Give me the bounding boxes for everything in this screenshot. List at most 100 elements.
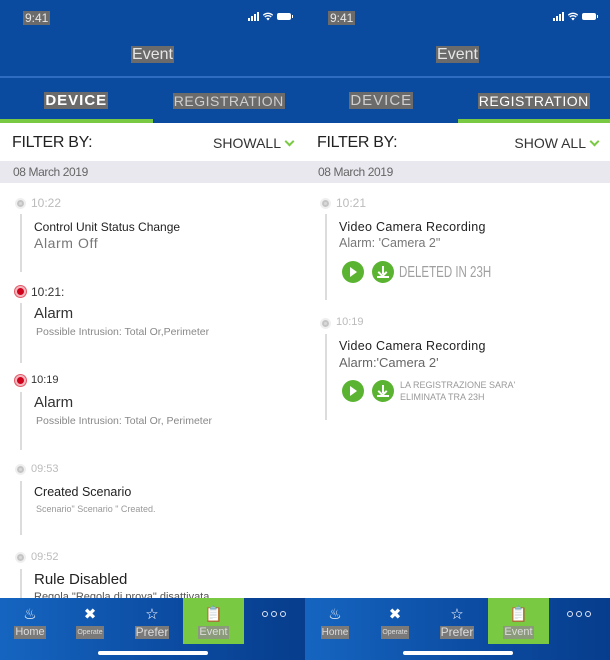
header-bar: 9:41 Event DEVICE REGISTRATION bbox=[0, 0, 305, 123]
event-time: 09:52 bbox=[31, 551, 59, 563]
alarm-dot-icon bbox=[15, 375, 26, 386]
more-icon bbox=[567, 611, 591, 617]
signal-icon bbox=[553, 12, 564, 21]
event-time: 10:19 bbox=[336, 316, 364, 328]
event-time: 10:21 bbox=[336, 196, 367, 210]
battery-icon bbox=[582, 13, 598, 20]
nav-event[interactable]: 📋 Event bbox=[183, 598, 244, 644]
filter-dropdown[interactable]: SHOW ALL bbox=[514, 135, 600, 151]
nav-label: Prefer bbox=[439, 625, 475, 639]
nav-home[interactable]: ♨ Home bbox=[10, 598, 50, 644]
deletion-note-line1: LA REGISTRAZIONE SARA' bbox=[400, 380, 516, 390]
nav-label: Event bbox=[503, 626, 534, 639]
tools-icon: ✖ bbox=[83, 606, 97, 623]
status-dot-icon bbox=[320, 318, 331, 329]
event-subtitle: Alarm:'Camera 2' bbox=[339, 355, 439, 370]
filter-value: SHOW ALL bbox=[514, 135, 586, 151]
event-title: Alarm bbox=[34, 305, 74, 322]
date-label: 08 March 2019 bbox=[318, 165, 393, 179]
star-icon: ☆ bbox=[450, 606, 464, 623]
timeline-line bbox=[325, 214, 327, 300]
event-time: 10:22 bbox=[31, 196, 62, 210]
status-icons bbox=[553, 12, 598, 21]
event-subtitle: Possible Intrusion: Total Or,Perimeter bbox=[36, 326, 210, 338]
alarm-dot-icon bbox=[15, 286, 26, 297]
tab-device[interactable]: DEVICE bbox=[0, 78, 153, 123]
status-dot-icon bbox=[15, 464, 26, 475]
status-dot-icon bbox=[15, 198, 26, 209]
event-title: Created Scenario bbox=[34, 485, 132, 499]
timeline-line bbox=[325, 334, 327, 420]
home-hand-icon: ♨ bbox=[23, 606, 37, 623]
event-subtitle: Possible Intrusion: Total Or, Perimeter bbox=[36, 415, 213, 427]
page-title: Event bbox=[436, 46, 479, 63]
page-title: Event bbox=[131, 46, 174, 63]
nav-label: Operate bbox=[381, 626, 409, 639]
star-icon: ☆ bbox=[145, 606, 159, 623]
nav-label: Prefer bbox=[134, 625, 170, 639]
play-button[interactable] bbox=[342, 380, 364, 402]
home-hand-icon: ♨ bbox=[328, 606, 342, 623]
status-time: 9:41 bbox=[23, 11, 51, 25]
nav-prefer[interactable]: ☆ Prefer bbox=[128, 598, 176, 644]
event-title: Video Camera Recording bbox=[339, 339, 486, 353]
home-indicator bbox=[403, 651, 513, 655]
event-time: 09:53 bbox=[31, 463, 59, 475]
event-title: Control Unit Status Change bbox=[34, 220, 181, 234]
tab-bar: DEVICE REGISTRATION bbox=[305, 78, 610, 123]
date-header: 08 March 2019 bbox=[305, 161, 610, 183]
nav-more[interactable] bbox=[557, 598, 601, 644]
nav-event[interactable]: 📋 Event bbox=[488, 598, 549, 644]
home-indicator bbox=[98, 651, 208, 655]
event-subtitle: Scenario" Scenario " Created. bbox=[36, 504, 156, 514]
registration-screen: 9:41 Event DEVICE REGISTRATION FILTER BY… bbox=[305, 0, 610, 660]
deletion-note-line2: ELIMINATA TRA 23H bbox=[400, 392, 485, 402]
event-title: Rule Disabled bbox=[34, 571, 128, 588]
chevron-down-icon bbox=[589, 136, 600, 146]
tab-registration[interactable]: REGISTRATION bbox=[457, 78, 610, 123]
filter-dropdown[interactable]: SHOWALL bbox=[213, 135, 295, 151]
date-header: 08 March 2019 bbox=[0, 161, 305, 183]
nav-more[interactable] bbox=[252, 598, 296, 644]
date-label: 08 March 2019 bbox=[13, 165, 88, 179]
header-bar: 9:41 Event DEVICE REGISTRATION bbox=[305, 0, 610, 123]
filter-value: SHOWALL bbox=[213, 135, 281, 151]
nav-label: Operate bbox=[76, 626, 104, 639]
status-time: 9:41 bbox=[328, 11, 356, 25]
timeline-line bbox=[20, 481, 22, 535]
download-button[interactable] bbox=[372, 380, 394, 402]
play-button[interactable] bbox=[342, 261, 364, 283]
battery-icon bbox=[277, 13, 293, 20]
wifi-icon bbox=[263, 12, 273, 21]
download-button[interactable] bbox=[372, 261, 394, 283]
nav-home[interactable]: ♨ Home bbox=[315, 598, 355, 644]
status-icons bbox=[248, 12, 293, 21]
device-screen: 9:41 Event DEVICE REGISTRATION FILTER BY… bbox=[0, 0, 305, 660]
clipboard-icon: 📋 bbox=[509, 606, 528, 623]
status-dot-icon bbox=[320, 198, 331, 209]
nav-label: Home bbox=[320, 626, 350, 639]
signal-icon bbox=[248, 12, 259, 21]
tools-icon: ✖ bbox=[388, 606, 402, 623]
tab-device[interactable]: DEVICE bbox=[305, 78, 458, 123]
nav-prefer[interactable]: ☆ Prefer bbox=[433, 598, 481, 644]
timeline-line bbox=[20, 303, 22, 363]
event-subtitle: Alarm Off bbox=[34, 235, 99, 251]
tab-registration[interactable]: REGISTRATION bbox=[153, 78, 306, 123]
tab-bar: DEVICE REGISTRATION bbox=[0, 78, 305, 123]
event-title: Video Camera Recording bbox=[339, 220, 486, 234]
filter-row: FILTER BY: SHOWALL bbox=[0, 128, 305, 160]
filter-row: FILTER BY: SHOW ALL bbox=[305, 128, 610, 160]
more-icon bbox=[262, 611, 286, 617]
clipboard-icon: 📋 bbox=[204, 606, 223, 623]
nav-label: Home bbox=[14, 626, 46, 639]
event-subtitle: Alarm: 'Camera 2" bbox=[339, 236, 441, 250]
nav-operate[interactable]: ✖ Operate bbox=[375, 598, 415, 644]
filter-label: FILTER BY: bbox=[12, 134, 93, 151]
chevron-down-icon bbox=[284, 136, 295, 146]
timeline-line bbox=[20, 214, 22, 272]
nav-operate[interactable]: ✖ Operate bbox=[70, 598, 110, 644]
wifi-icon bbox=[568, 12, 578, 21]
deletion-note: DELETED IN 23H bbox=[399, 264, 492, 281]
timeline-line bbox=[20, 392, 22, 450]
